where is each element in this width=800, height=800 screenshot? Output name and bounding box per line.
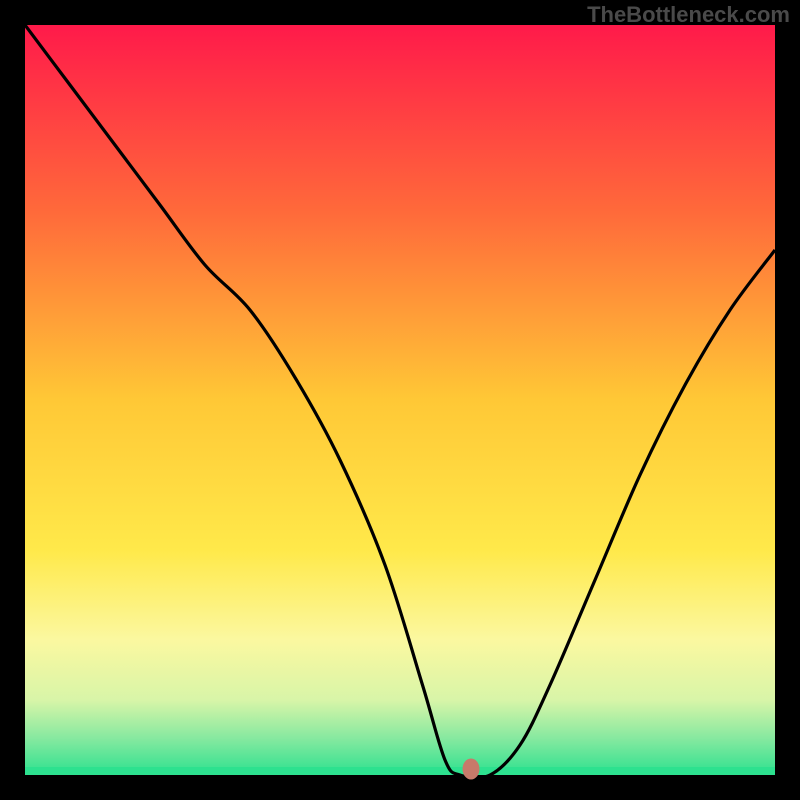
plot-bottom-band xyxy=(25,767,775,775)
bottleneck-plot xyxy=(25,25,775,775)
optimal-marker xyxy=(463,759,480,780)
watermark-text: TheBottleneck.com xyxy=(587,2,790,28)
plot-background xyxy=(25,25,775,775)
chart-frame: TheBottleneck.com xyxy=(0,0,800,800)
